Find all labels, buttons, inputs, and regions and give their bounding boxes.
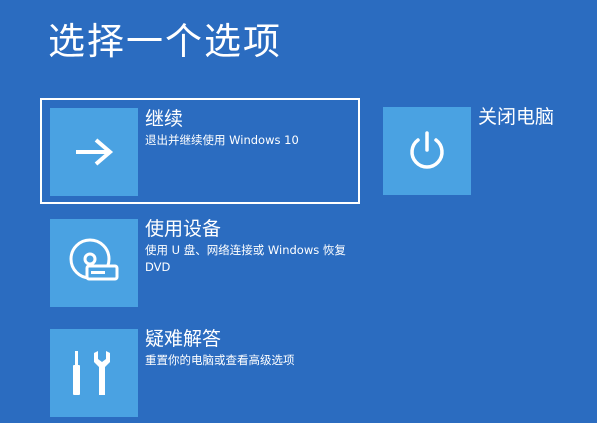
troubleshoot-tile[interactable] [50, 329, 138, 417]
troubleshoot-option[interactable]: 疑难解答 重置你的电脑或查看高级选项 [50, 328, 360, 419]
shutdown-option[interactable]: 关闭电脑 [383, 106, 573, 195]
tools-icon [73, 351, 110, 395]
use-device-tile[interactable] [50, 219, 138, 307]
power-icon [410, 131, 444, 169]
troubleshoot-label: 疑难解答 [145, 328, 222, 350]
shutdown-label: 关闭电脑 [478, 106, 555, 128]
arrow-right-icon [76, 138, 114, 166]
shutdown-tile[interactable] [383, 107, 471, 195]
continue-description: 退出并继续使用 Windows 10 [145, 133, 299, 147]
page-title: 选择一个选项 [48, 20, 282, 63]
continue-label: 继续 [145, 108, 184, 130]
continue-option[interactable]: 继续 退出并继续使用 Windows 10 [40, 98, 360, 204]
use-device-label: 使用设备 [145, 218, 222, 240]
continue-tile[interactable] [50, 108, 138, 196]
use-device-description: 使用 U 盘、网络连接或 Windows 恢复 DVD [145, 243, 346, 274]
disc-drive-icon [69, 238, 119, 281]
use-device-option[interactable]: 使用设备 使用 U 盘、网络连接或 Windows 恢复 DVD [50, 218, 360, 309]
troubleshoot-description: 重置你的电脑或查看高级选项 [145, 353, 295, 367]
